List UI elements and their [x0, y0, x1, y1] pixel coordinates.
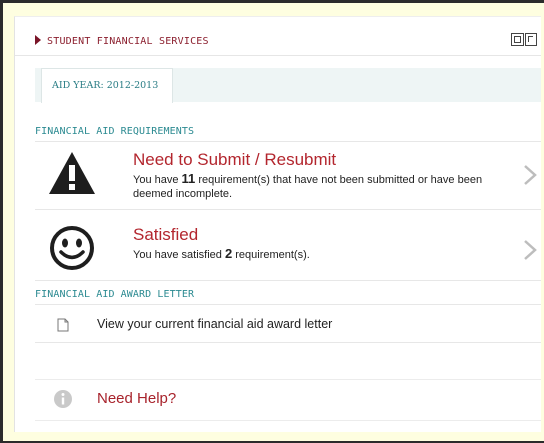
requirement-description: You have satisfied 2 requirement(s).	[133, 247, 513, 262]
window-controls	[511, 33, 541, 46]
requirement-description: You have 11 requirement(s) that have not…	[133, 172, 513, 201]
tab-aid-year[interactable]: AID YEAR: 2012-2013	[41, 68, 173, 103]
panel-title: STUDENT FINANCIAL SERVICES	[47, 36, 209, 47]
requirement-text-before: You have	[133, 174, 182, 186]
requirements-section-title: FINANCIAL AID REQUIREMENTS	[35, 126, 195, 137]
screenshot-frame: STUDENT FINANCIAL SERVICES AID YEAR: 201…	[0, 0, 544, 443]
need-help-link[interactable]: Need Help?	[35, 379, 541, 421]
divider	[35, 304, 541, 305]
warning-icon	[49, 152, 95, 194]
info-icon	[54, 390, 72, 408]
aid-year-tab-bar: AID YEAR: 2012-2013	[35, 68, 541, 103]
award-letter-link-text: View your current financial aid award le…	[97, 317, 333, 331]
restore-icon[interactable]	[511, 33, 524, 46]
tab-aid-year-label: AID YEAR: 2012-2013	[52, 80, 159, 91]
frame-border-left	[0, 0, 3, 443]
frame-border-top	[0, 0, 544, 3]
divider	[35, 209, 541, 210]
requirement-title: Need to Submit / Resubmit	[133, 150, 337, 169]
requirement-text-after: requirement(s).	[232, 249, 310, 261]
maximize-icon[interactable]	[525, 33, 537, 46]
chevron-right-icon	[524, 165, 537, 185]
divider	[35, 342, 541, 343]
smiley-icon	[50, 226, 94, 270]
award-letter-section-title: FINANCIAL AID AWARD LETTER	[35, 289, 195, 300]
requirement-need-to-submit[interactable]: Need to Submit / Resubmit You have 11 re…	[35, 142, 541, 204]
requirement-title: Satisfied	[133, 225, 199, 244]
requirement-count: 11	[181, 171, 196, 186]
panel-header: STUDENT FINANCIAL SERVICES	[15, 17, 541, 56]
student-financial-services-panel: STUDENT FINANCIAL SERVICES AID YEAR: 201…	[14, 16, 541, 432]
award-letter-link[interactable]: View your current financial aid award le…	[35, 309, 541, 341]
collapse-arrow-icon[interactable]	[35, 35, 41, 45]
need-help-label: Need Help?	[97, 390, 177, 407]
chevron-right-icon	[524, 240, 537, 260]
requirement-text-before: You have satisfied	[133, 249, 225, 261]
requirement-satisfied[interactable]: Satisfied You have satisfied 2 requireme…	[35, 217, 541, 279]
divider	[35, 280, 541, 281]
document-icon	[57, 318, 69, 332]
